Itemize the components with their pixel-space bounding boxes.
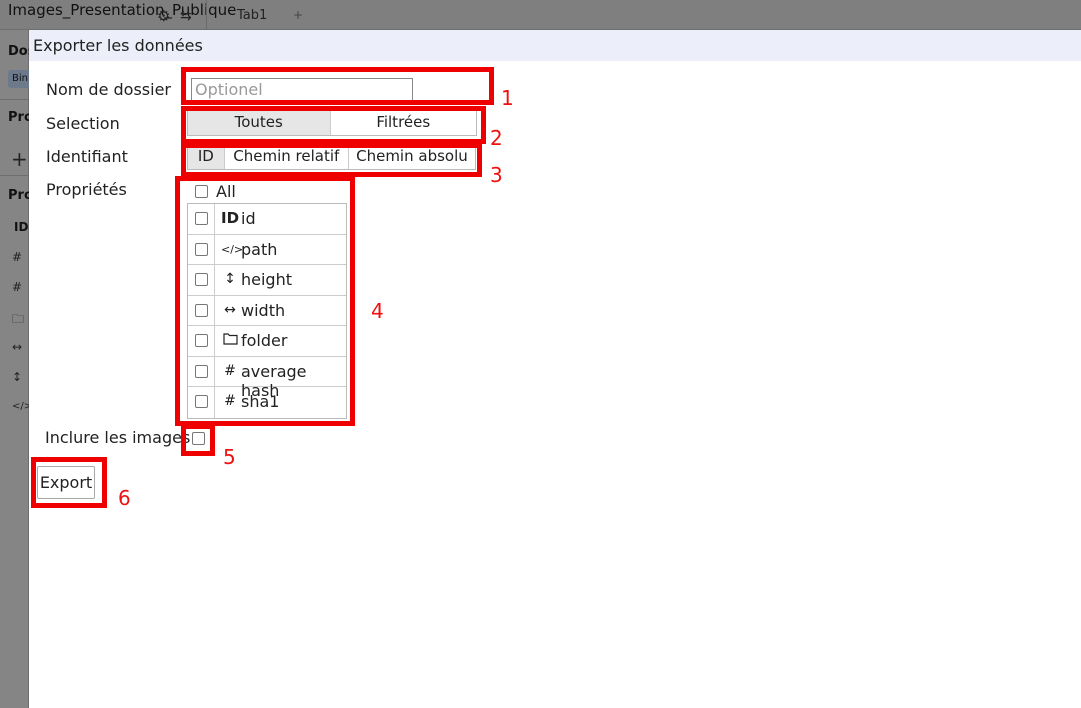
- property-checkbox-height[interactable]: [195, 273, 208, 286]
- property-checkbox-path[interactable]: [195, 242, 208, 256]
- sidebar: Dossiers Bin Propriétés + Propriétés ID …: [0, 30, 32, 708]
- table-row: folder: [188, 326, 346, 357]
- id-icon: ID: [221, 209, 240, 227]
- table-row: ↔ width: [188, 295, 346, 326]
- row-name-cell: ↕ height: [215, 265, 346, 295]
- property-name: id: [241, 209, 256, 228]
- row-name-cell: ↔ width: [215, 296, 346, 326]
- divider: [0, 99, 29, 100]
- identifier-option-id[interactable]: ID: [188, 144, 225, 169]
- row-name-cell: # average hash: [215, 357, 346, 400]
- hash-icon: #: [224, 393, 236, 409]
- width-icon: ↔: [224, 301, 236, 318]
- property-checkbox-sha1[interactable]: [195, 395, 208, 408]
- gear-icon[interactable]: ⚙: [157, 9, 172, 24]
- row-name-cell: </> path: [215, 235, 346, 265]
- annotation-number-4: 4: [371, 299, 384, 323]
- row-checkbox-cell: [188, 204, 215, 234]
- row-name-cell: # sha1: [215, 387, 346, 418]
- folder-name-input[interactable]: [191, 78, 413, 101]
- include-images-checkbox[interactable]: [192, 432, 205, 445]
- sidebar-chip[interactable]: Bin: [8, 70, 29, 88]
- folder-icon: 🗀: [12, 312, 25, 326]
- identifier-option-absolute-path[interactable]: Chemin absolu: [349, 144, 475, 169]
- identifier-label: Identifiant: [46, 147, 128, 166]
- project-title: Images_Presentation_Publique: [8, 1, 237, 19]
- identifier-toggle: ID Chemin relatif Chemin absolu: [187, 143, 476, 170]
- width-icon: ↔: [12, 340, 23, 354]
- property-checkbox-id[interactable]: [195, 212, 208, 225]
- row-checkbox-cell: [188, 356, 215, 386]
- folder-name-label: Nom de dossier: [46, 80, 171, 99]
- property-name: width: [241, 300, 286, 320]
- table-row: </> path: [188, 234, 346, 265]
- table-row: ID id: [188, 204, 346, 235]
- annotation-number-3: 3: [490, 163, 503, 187]
- sidebar-section-properties-2: Propriétés: [8, 188, 29, 203]
- annotation-number-2: 2: [490, 126, 503, 150]
- property-name: folder: [241, 331, 288, 350]
- selection-option-toutes[interactable]: Toutes: [188, 110, 331, 135]
- property-name: height: [241, 270, 292, 289]
- property-checkbox-average-hash[interactable]: [195, 364, 208, 378]
- hash-icon: #: [12, 280, 23, 294]
- row-checkbox-cell: [188, 295, 215, 325]
- row-name-cell: folder: [215, 326, 346, 356]
- selection-toggle: Toutes Filtrées: [187, 109, 477, 136]
- export-button[interactable]: Export: [37, 466, 95, 499]
- plus-icon[interactable]: +: [11, 147, 28, 171]
- properties-label: Propriétés: [46, 180, 127, 199]
- identifier-option-relative-path[interactable]: Chemin relatif: [225, 144, 349, 169]
- property-name: sha1: [241, 392, 280, 411]
- divider: [0, 175, 29, 176]
- select-all-checkbox[interactable]: [195, 185, 208, 198]
- table-row: # sha1: [188, 387, 346, 418]
- folder-icon-svg: [222, 333, 238, 345]
- swap-icon[interactable]: ⇆: [180, 9, 195, 24]
- dialog-header: Exporter les données: [29, 30, 1081, 61]
- selection-label: Selection: [46, 114, 120, 133]
- annotation-number-1: 1: [501, 86, 514, 110]
- hash-icon: #: [224, 362, 236, 379]
- annotation-number-6: 6: [118, 486, 131, 510]
- selection-option-filtrees[interactable]: Filtrées: [331, 110, 477, 135]
- property-name: path: [241, 239, 278, 259]
- folder-icon: [221, 332, 239, 349]
- row-checkbox-cell: [188, 265, 215, 295]
- property-checkbox-folder[interactable]: [195, 334, 208, 347]
- table-row: # average hash: [188, 356, 346, 400]
- dialog-title: Exporter les données: [33, 36, 203, 55]
- add-tab-button[interactable]: +: [293, 8, 303, 22]
- hash-icon: #: [12, 250, 23, 264]
- row-checkbox-cell: [188, 387, 215, 418]
- divider: [206, 0, 207, 30]
- height-icon: ↕: [12, 370, 23, 384]
- app-top-bar: Images_Presentation_Publique ⚙ ⇆ Tab1 +: [0, 0, 1081, 30]
- properties-table: ID id </> path ↕ height ↔ width folder #…: [187, 203, 347, 419]
- sidebar-section-folders: Dossiers: [8, 44, 29, 59]
- sidebar-section-properties: Propriétés: [8, 110, 29, 125]
- row-name-cell: ID id: [215, 204, 346, 234]
- property-checkbox-width[interactable]: [195, 303, 208, 317]
- tab-tab1[interactable]: Tab1: [237, 8, 267, 23]
- code-icon: </>: [221, 242, 244, 256]
- row-checkbox-cell: [188, 326, 215, 356]
- table-row: ↕ height: [188, 265, 346, 296]
- height-icon: ↕: [224, 271, 236, 287]
- include-images-label: Inclure les images: [45, 428, 191, 447]
- row-checkbox-cell: [188, 234, 215, 264]
- select-all-label: All: [216, 182, 236, 201]
- annotation-number-5: 5: [223, 445, 236, 469]
- export-dialog: Exporter les données Nom de dossier Sele…: [29, 30, 1081, 708]
